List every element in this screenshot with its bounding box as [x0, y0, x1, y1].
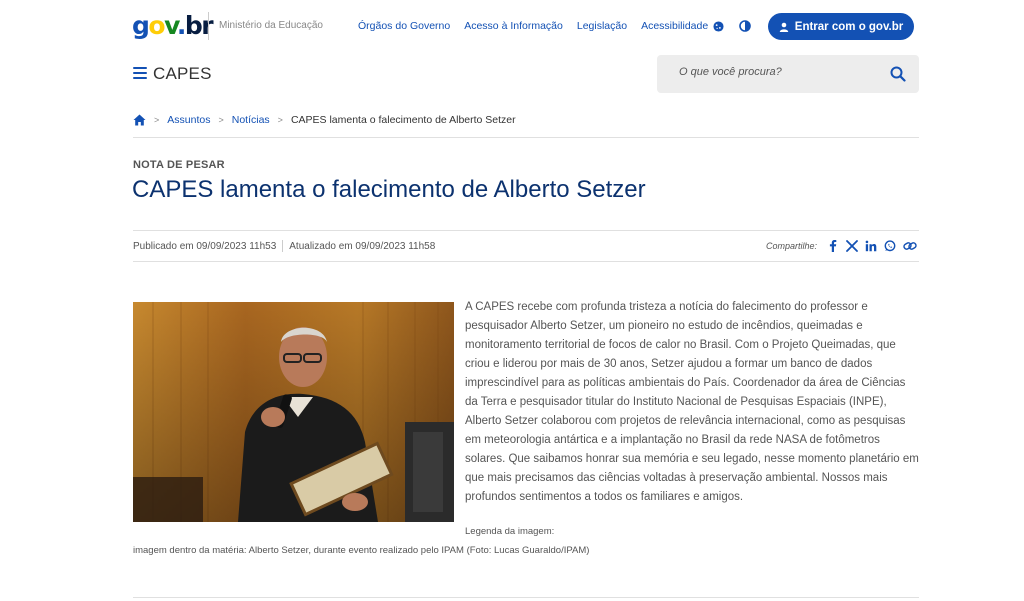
- cookie-icon[interactable]: [710, 18, 726, 34]
- linkedin-icon[interactable]: [865, 240, 877, 252]
- date-separator: [282, 240, 284, 252]
- link-acessibilidade[interactable]: Acessibilidade: [641, 20, 708, 32]
- divider: [133, 137, 919, 138]
- search-icon[interactable]: [890, 66, 906, 82]
- ministry-label: Ministério da Educação: [208, 12, 323, 40]
- whatsapp-icon[interactable]: [884, 239, 896, 252]
- top-bar: gov.br Ministério da Educação Órgãos do …: [0, 0, 1024, 52]
- link-orgaos-governo[interactable]: Órgãos do Governo: [358, 20, 450, 32]
- govbr-logo[interactable]: gov.br: [132, 12, 214, 40]
- login-label: Entrar com o gov.br: [794, 20, 904, 33]
- copy-link-icon[interactable]: [903, 240, 917, 252]
- article-photo[interactable]: [133, 302, 454, 522]
- article-body: A CAPES recebe com profunda tristeza a n…: [465, 301, 919, 503]
- menu-hamburger-icon[interactable]: [133, 67, 147, 79]
- image-caption: imagem dentro da matéria: Alberto Setzer…: [133, 545, 590, 556]
- share-label: Compartilhe:: [766, 240, 818, 251]
- link-legislacao[interactable]: Legislação: [577, 20, 627, 32]
- breadcrumb-separator: >: [154, 115, 160, 125]
- search-input[interactable]: [679, 66, 879, 78]
- divider: [133, 261, 919, 262]
- home-icon[interactable]: [133, 114, 146, 126]
- breadcrumb-separator: >: [277, 115, 283, 125]
- published-date: Publicado em 09/09/2023 11h53: [133, 240, 277, 252]
- breadcrumb-assuntos[interactable]: Assuntos: [167, 114, 210, 126]
- divider: [133, 597, 919, 598]
- share-bar: Compartilhe:: [766, 239, 917, 252]
- image-caption-label: Legenda da imagem:: [465, 526, 555, 537]
- article-title: CAPES lamenta o falecimento de Alberto S…: [132, 176, 646, 203]
- top-links: Órgãos do Governo Acesso à Informação Le…: [358, 20, 708, 32]
- breadcrumb-current: CAPES lamenta o falecimento de Alberto S…: [290, 114, 516, 126]
- site-name[interactable]: CAPES: [153, 64, 212, 84]
- search-box: [657, 55, 919, 93]
- updated-date: Atualizado em 09/09/2023 11h58: [289, 240, 436, 252]
- article-dates: Publicado em 09/09/2023 11h53 Atualizado…: [133, 240, 435, 252]
- link-acesso-informacao[interactable]: Acesso à Informação: [464, 20, 563, 32]
- contrast-icon[interactable]: [737, 18, 753, 34]
- user-icon: [779, 22, 788, 32]
- divider: [133, 230, 919, 231]
- breadcrumb: > Assuntos > Notícias > CAPES lamenta o …: [133, 114, 516, 126]
- x-twitter-icon[interactable]: [846, 239, 858, 252]
- breadcrumb-noticias[interactable]: Notícias: [232, 114, 270, 126]
- breadcrumb-separator: >: [218, 115, 224, 125]
- login-button[interactable]: Entrar com o gov.br: [768, 13, 914, 40]
- article-kicker: NOTA DE PESAR: [133, 159, 225, 171]
- facebook-icon[interactable]: [827, 239, 839, 252]
